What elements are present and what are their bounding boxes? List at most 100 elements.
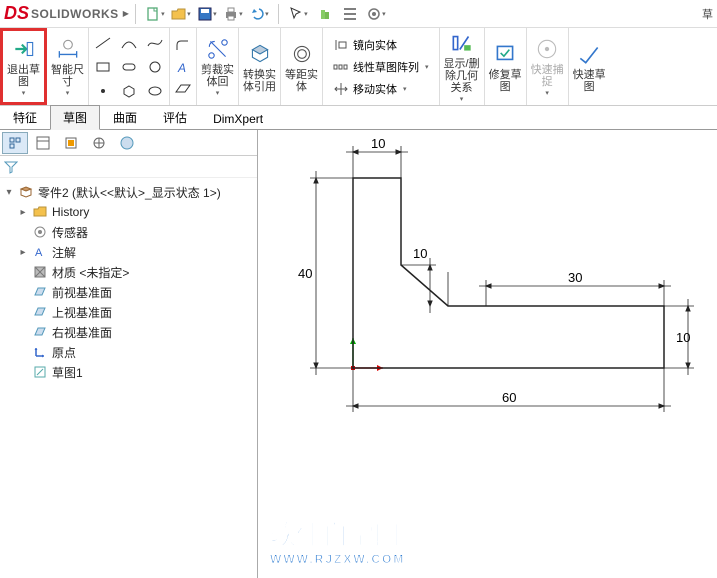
slot-tool[interactable] <box>118 57 140 77</box>
tree-root[interactable]: ▾ 零件2 (默认<<默认>_显示状态 1>) <box>4 182 253 202</box>
repair-sketch-button[interactable]: 修复草 图 <box>485 28 527 105</box>
svg-text:A: A <box>35 247 43 259</box>
polygon-tool[interactable] <box>118 81 140 101</box>
separator <box>278 4 279 24</box>
watermark-title: 软件自学网 <box>270 520 400 550</box>
manager-tabs <box>0 130 257 156</box>
convert-entities-button[interactable]: 转换实 体引用 <box>239 28 281 105</box>
options-button[interactable] <box>337 3 363 25</box>
separator <box>135 4 136 24</box>
rectangle-tool[interactable] <box>92 57 114 77</box>
feature-tree: ▾ 零件2 (默认<<默认>_显示状态 1>) ▸History 传感器 ▸A注… <box>0 178 257 386</box>
dimxpert-tab[interactable] <box>86 132 112 154</box>
sensor-icon <box>32 224 48 240</box>
chevron-down-icon: ▾ <box>22 89 26 97</box>
annotation-icon: A <box>32 244 48 260</box>
dim-bottom: 60 <box>502 390 516 405</box>
select-button[interactable]: ▾ <box>285 3 311 25</box>
fillet-tool[interactable] <box>172 35 194 55</box>
tree-item-sensors[interactable]: 传感器 <box>18 222 253 242</box>
feature-tree-tab[interactable] <box>2 132 28 154</box>
arc-tool[interactable] <box>118 33 140 53</box>
smart-dimension-button[interactable]: 智能尺 寸 ▾ <box>47 28 89 105</box>
rapid-sketch-button[interactable]: 快速草 图 <box>569 28 610 105</box>
watermark: 软件自学网 WWW.RJZXW.COM <box>270 515 405 566</box>
chevron-right-icon[interactable]: ▶ <box>123 9 129 18</box>
folder-icon <box>32 204 48 220</box>
tab-evaluate[interactable]: 评估 <box>150 105 200 130</box>
display-manager-tab[interactable] <box>114 132 140 154</box>
tree-item-origin[interactable]: 原点 <box>18 342 253 362</box>
chevron-down-icon: ▾ <box>545 89 549 97</box>
tab-dimxpert[interactable]: DimXpert <box>200 108 276 130</box>
dim-right: 10 <box>676 330 690 345</box>
convert-label: 转换实 体引用 <box>243 69 276 93</box>
feature-manager: ▾ 零件2 (默认<<默认>_显示状态 1>) ▸History 传感器 ▸A注… <box>0 130 258 578</box>
quick-snap-button[interactable]: 快速捕 捉 ▾ <box>527 28 569 105</box>
main-area: ▾ 零件2 (默认<<默认>_显示状态 1>) ▸History 传感器 ▸A注… <box>0 130 717 578</box>
chevron-down-icon: ▾ <box>460 95 464 103</box>
smart-dim-label: 智能尺 寸 <box>51 64 84 88</box>
exit-sketch-label: 退出草 图 <box>7 64 40 88</box>
spline-tool[interactable] <box>144 33 166 53</box>
mirror-entities-button[interactable]: 镜向实体 <box>329 34 401 56</box>
sketch-tools2-group: A <box>170 28 197 105</box>
watermark-url: WWW.RJZXW.COM <box>270 552 405 566</box>
command-tabs: 特征 草图 曲面 评估 DimXpert <box>0 106 717 130</box>
collapse-icon[interactable]: ▾ <box>4 187 14 198</box>
settings-button[interactable]: ▾ <box>363 3 389 25</box>
expand-icon[interactable]: ▸ <box>18 207 28 218</box>
expand-icon[interactable]: ▸ <box>18 247 28 258</box>
titlebar: DS SOLIDWORKS ▶ ▾ ▾ ▾ ▾ ▾ ▾ ▾ 草 <box>0 0 717 28</box>
app-logo: DS SOLIDWORKS ▶ <box>4 3 129 24</box>
tree-item-front-plane[interactable]: 前视基准面 <box>18 282 253 302</box>
undo-button[interactable]: ▾ <box>246 3 272 25</box>
material-icon <box>32 264 48 280</box>
circle-tool[interactable] <box>144 57 166 77</box>
origin-icon <box>32 344 48 360</box>
pattern-group: 镜向实体 线性草图阵列▾ 移动实体▾ <box>323 28 440 105</box>
graphics-area[interactable]: 10 40 10 30 10 <box>258 130 717 578</box>
dim-top: 10 <box>371 136 385 151</box>
config-manager-tab[interactable] <box>58 132 84 154</box>
text-tool[interactable]: A <box>172 57 194 77</box>
part-icon <box>18 184 34 200</box>
tree-item-material[interactable]: 材质 <未指定> <box>18 262 253 282</box>
linear-label: 线性草图阵列 <box>353 59 419 75</box>
offset-entities-button[interactable]: 等距实 体 <box>281 28 323 105</box>
chevron-down-icon: ▾ <box>216 89 220 97</box>
open-file-button[interactable]: ▾ <box>168 3 194 25</box>
plane-tool[interactable] <box>172 79 194 99</box>
tab-features[interactable]: 特征 <box>0 105 50 130</box>
sketch-drawing: 10 40 10 30 10 <box>258 130 717 578</box>
exit-sketch-button[interactable]: 退出草 图 ▾ <box>0 28 47 105</box>
move-entities-button[interactable]: 移动实体▾ <box>329 78 411 100</box>
mirror-label: 镜向实体 <box>353 37 397 53</box>
tab-surfaces[interactable]: 曲面 <box>100 105 150 130</box>
tree-item-right-plane[interactable]: 右视基准面 <box>18 322 253 342</box>
print-button[interactable]: ▾ <box>220 3 246 25</box>
plane-icon <box>32 284 48 300</box>
new-file-button[interactable]: ▾ <box>142 3 168 25</box>
save-button[interactable]: ▾ <box>194 3 220 25</box>
filter-icon[interactable] <box>4 160 18 174</box>
plane-icon <box>32 304 48 320</box>
property-manager-tab[interactable] <box>30 132 56 154</box>
plane-icon <box>32 324 48 340</box>
tab-sketch[interactable]: 草图 <box>50 105 100 130</box>
tree-item-history[interactable]: ▸History <box>18 202 253 222</box>
rebuild-button[interactable] <box>311 3 337 25</box>
point-tool[interactable] <box>92 81 114 101</box>
app-name: SOLIDWORKS <box>31 7 119 21</box>
line-tool[interactable] <box>92 33 114 53</box>
chevron-down-icon: ▾ <box>66 89 70 97</box>
trim-entities-button[interactable]: 剪裁实 体回 ▾ <box>197 28 239 105</box>
tree-item-sketch1[interactable]: 草图1 <box>18 362 253 382</box>
linear-pattern-button[interactable]: 线性草图阵列▾ <box>329 56 433 78</box>
quick-snap-label: 快速捕 捉 <box>531 64 564 88</box>
ellipse-tool[interactable] <box>144 81 166 101</box>
tree-item-top-plane[interactable]: 上视基准面 <box>18 302 253 322</box>
sketch-icon <box>32 364 48 380</box>
tree-item-annotations[interactable]: ▸A注解 <box>18 242 253 262</box>
display-relations-button[interactable]: 显示/删 除几何 关系 ▾ <box>440 28 485 105</box>
